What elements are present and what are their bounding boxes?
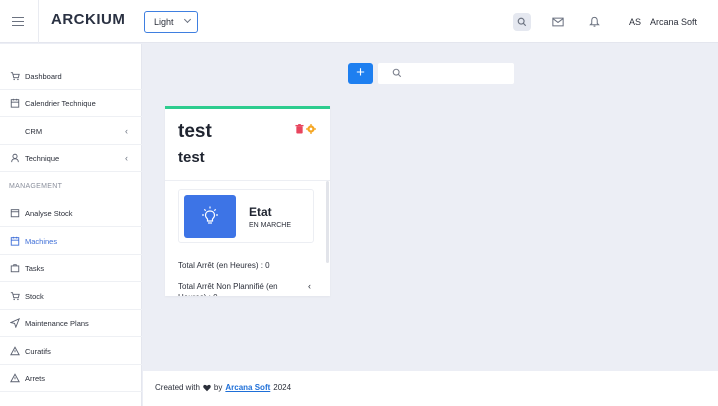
footer-company-link[interactable]: Arcana Soft bbox=[225, 383, 270, 392]
sidebar-item-machines[interactable]: Machines bbox=[0, 228, 142, 255]
sidebar-item-label: Tasks bbox=[25, 263, 45, 273]
state-label: Etat bbox=[249, 205, 272, 219]
sidebar-item-stock[interactable]: Stock bbox=[0, 283, 142, 310]
sidebar-item-arrets[interactable]: Arrets bbox=[0, 365, 142, 392]
sidebar-item-label: Dashboard bbox=[25, 71, 62, 81]
sidebar-item-label: Machines bbox=[25, 236, 58, 246]
footer-by: by bbox=[213, 383, 223, 392]
chevron-left-icon: ‹ bbox=[125, 153, 128, 163]
footer: Created with by Arcana Soft 2024 bbox=[143, 371, 718, 406]
sidebar-item-label: Stock bbox=[25, 291, 44, 301]
card-subtitle: test bbox=[178, 149, 205, 166]
theme-select-value: Light bbox=[154, 17, 174, 27]
header-divider bbox=[38, 0, 39, 43]
sidebar-item-curatifs[interactable]: Curatifs bbox=[0, 338, 142, 365]
calendar-icon bbox=[9, 236, 20, 247]
header-search-button[interactable] bbox=[513, 13, 531, 31]
user-icon bbox=[9, 153, 20, 164]
sidebar-section-management: MANAGEMENT bbox=[9, 183, 63, 190]
bell-icon bbox=[588, 16, 600, 27]
footer-year: 2024 bbox=[273, 383, 292, 392]
warning-icon bbox=[9, 346, 20, 357]
brand-logo[interactable]: ARCKIUM bbox=[51, 9, 125, 29]
sidebar-item-label: Arrets bbox=[25, 373, 46, 383]
chevron-down-icon bbox=[183, 15, 192, 24]
sidebar-item-label: Curatifs bbox=[25, 346, 51, 356]
chevron-left-icon[interactable]: ‹ bbox=[308, 281, 311, 291]
lightbulb-icon bbox=[184, 195, 236, 238]
trash-icon[interactable] bbox=[295, 121, 304, 139]
chevron-left-icon: ‹ bbox=[125, 126, 128, 136]
user-name[interactable]: Arcana Soft bbox=[650, 17, 697, 27]
mail-icon bbox=[552, 17, 564, 27]
search-input[interactable] bbox=[410, 66, 508, 81]
sidebar-item-tasks[interactable]: Tasks bbox=[0, 255, 142, 282]
state-value: EN MARCHE bbox=[249, 222, 292, 229]
cart-icon bbox=[9, 71, 20, 82]
box-icon bbox=[9, 208, 20, 219]
send-icon bbox=[9, 318, 20, 329]
sidebar-item-label: CRM bbox=[25, 126, 43, 136]
stat-total-arret: Total Arrêt (en Heures) : 0 bbox=[178, 261, 270, 270]
brand-name: ARCKIUM bbox=[51, 10, 126, 28]
messages-button[interactable] bbox=[549, 13, 567, 31]
sidebar-item-maintenance-plans[interactable]: Maintenance Plans bbox=[0, 310, 142, 337]
sidebar-item-technique[interactable]: Technique ‹ bbox=[0, 145, 142, 172]
sidebar-item-label: Analyse Stock bbox=[25, 208, 73, 218]
sidebar-item-calendrier-technique[interactable]: Calendrier Technique bbox=[0, 90, 142, 117]
footer-credit: Created with by Arcana Soft 2024 bbox=[155, 383, 291, 392]
sidebar-item-dashboard[interactable]: Dashboard bbox=[0, 63, 142, 90]
card-title: test bbox=[178, 121, 212, 142]
sidebar-item-crm[interactable]: CRM ‹ bbox=[0, 118, 142, 145]
notifications-button[interactable] bbox=[585, 13, 603, 31]
card-divider bbox=[165, 180, 330, 181]
add-machine-button[interactable]: + bbox=[348, 63, 373, 84]
state-box: Etat EN MARCHE bbox=[178, 189, 314, 243]
card-scrollbar[interactable] bbox=[326, 181, 329, 263]
briefcase-icon bbox=[9, 263, 20, 274]
search-icon bbox=[392, 68, 402, 78]
cart-icon bbox=[9, 291, 20, 302]
sidebar-item-label: Calendrier Technique bbox=[25, 98, 96, 108]
user-avatar-initials[interactable]: AS bbox=[629, 17, 641, 27]
calendar-icon bbox=[9, 98, 20, 109]
warning-icon bbox=[9, 373, 20, 384]
sidebar-item-analyse-stock[interactable]: Analyse Stock bbox=[0, 200, 142, 227]
sidebar-item-label: Maintenance Plans bbox=[25, 318, 89, 328]
heart-icon bbox=[203, 384, 211, 391]
theme-select[interactable]: Light bbox=[144, 11, 198, 33]
sidebar: Dashboard Calendrier Technique CRM ‹ Tec… bbox=[0, 44, 142, 406]
machine-card[interactable]: test test Etat EN MARCHE Total Arrêt (en… bbox=[165, 106, 330, 296]
footer-prefix: Created with bbox=[155, 383, 200, 392]
search-icon bbox=[517, 17, 527, 27]
search-bar[interactable] bbox=[378, 63, 514, 84]
stat-total-non-planifie: Total Arrêt Non Plannifié (en Heures) : … bbox=[178, 282, 278, 296]
gear-icon[interactable] bbox=[306, 121, 316, 139]
top-header: ARCKIUM Light AS Arcana Soft bbox=[0, 0, 718, 43]
menu-toggle-icon[interactable] bbox=[12, 14, 26, 26]
sidebar-item-label: Technique bbox=[25, 153, 60, 163]
